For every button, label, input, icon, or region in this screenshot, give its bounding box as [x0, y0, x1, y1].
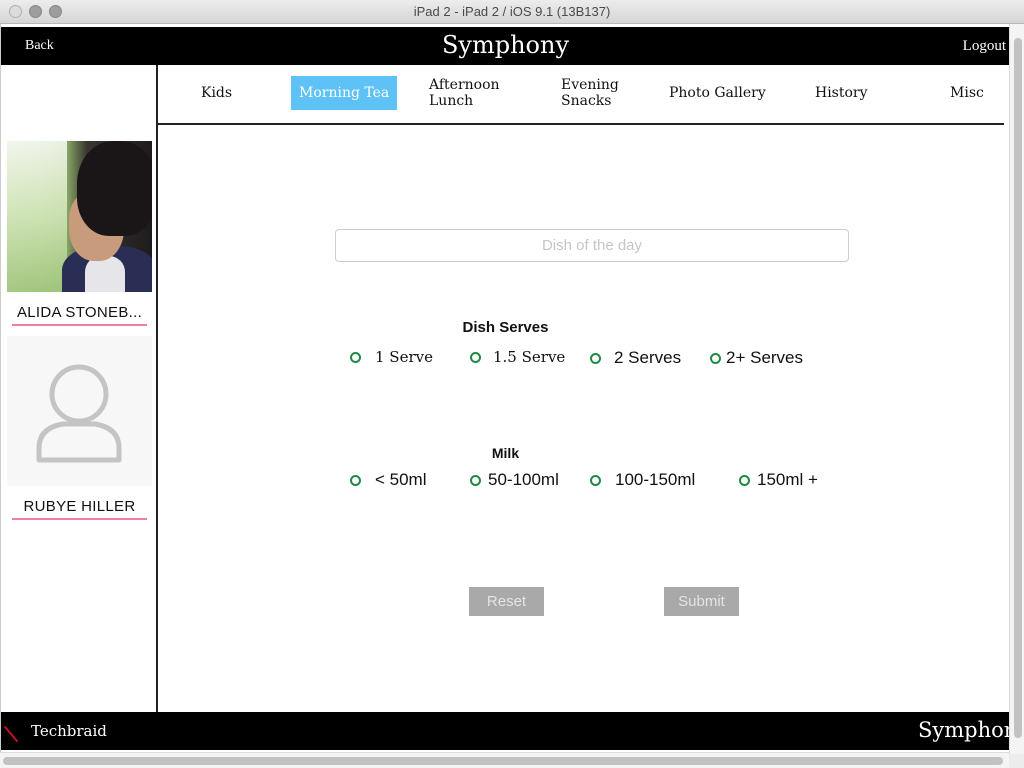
serves-option-label: 1 Serve	[375, 348, 433, 366]
horizontal-scroll-thumb[interactable]	[3, 757, 1003, 765]
window-titlebar: iPad 2 - iPad 2 / iOS 9.1 (13B137)	[0, 0, 1024, 24]
serves-option-2[interactable]: 2 Serves	[590, 348, 681, 368]
kid-avatar-placeholder[interactable]	[7, 336, 152, 486]
serves-option-2-plus[interactable]: 2+ Serves	[710, 348, 803, 368]
logout-button[interactable]: Logout	[963, 38, 1006, 55]
tab-photo-gallery[interactable]: Photo Gallery	[669, 85, 766, 101]
milk-option-label: < 50ml	[375, 470, 427, 489]
app-footer: Techbraid Symphony	[1, 712, 1010, 750]
kid-photo[interactable]	[7, 141, 152, 292]
radio-button[interactable]	[470, 474, 481, 486]
tab-afternoon-lunch[interactable]: Afternoon Lunch	[429, 77, 500, 109]
user-placeholder-icon	[36, 364, 122, 463]
app-header: Back Symphony Logout	[1, 27, 1010, 65]
meal-tabs: Kids Morning Tea Afternoon Lunch Evening…	[158, 65, 1004, 125]
radio-button[interactable]	[739, 474, 750, 486]
radio-button[interactable]	[470, 351, 481, 363]
device-screen: Back Symphony Logout Kids Morning Tea Af…	[0, 24, 1010, 754]
tab-evening-snacks[interactable]: Evening Snacks	[561, 77, 619, 109]
serves-option-1[interactable]: 1 Serve	[350, 348, 433, 366]
radio-button[interactable]	[350, 474, 361, 486]
milk-option-100-150[interactable]: 100-150ml	[590, 470, 695, 490]
photo-hair	[77, 141, 152, 236]
kid-name[interactable]: RUBYE HILLER	[12, 498, 147, 515]
tab-misc[interactable]: Misc	[950, 85, 984, 101]
kid-name-underline	[12, 518, 147, 520]
tab-history[interactable]: History	[815, 85, 868, 101]
tab-evening-snacks-line2: Snacks	[561, 93, 612, 109]
serves-option-1-5[interactable]: 1.5 Serve	[470, 348, 565, 366]
radio-button[interactable]	[590, 352, 601, 364]
vertical-scrollbar[interactable]	[1009, 24, 1024, 754]
radio-button[interactable]	[350, 351, 361, 363]
tab-evening-snacks-line1: Evening	[561, 77, 619, 93]
submit-button[interactable]: Submit	[664, 587, 739, 616]
reset-button[interactable]: Reset	[469, 587, 544, 616]
tab-kids[interactable]: Kids	[201, 85, 232, 101]
window-title: iPad 2 - iPad 2 / iOS 9.1 (13B137)	[413, 4, 611, 19]
milk-option-under-50[interactable]: < 50ml	[350, 470, 427, 490]
tab-afternoon-lunch-line2: Lunch	[429, 93, 474, 109]
kids-sidebar: ALIDA STONEB... RUBYE HILLER	[1, 65, 158, 713]
photo-shirt	[85, 256, 125, 292]
radio-button[interactable]	[710, 352, 721, 364]
tab-morning-tea[interactable]: Morning Tea	[291, 76, 398, 110]
app-title: Symphony	[441, 31, 570, 59]
footer-app-name: Symphony	[918, 718, 1010, 742]
milk-option-50-100[interactable]: 50-100ml	[470, 470, 559, 490]
serves-option-label: 2+ Serves	[726, 348, 804, 367]
dish-serves-title: Dish Serves	[462, 319, 549, 336]
vertical-scroll-thumb[interactable]	[1014, 38, 1022, 738]
tab-divider	[157, 123, 1004, 125]
tab-afternoon-lunch-line1: Afternoon	[429, 77, 500, 93]
serves-option-label: 1.5 Serve	[493, 348, 566, 366]
footer-brand: Techbraid	[31, 722, 107, 740]
techbraid-logo-icon	[3, 725, 19, 743]
serves-option-label: 2 Serves	[614, 348, 682, 367]
milk-option-150-plus[interactable]: 150ml +	[739, 470, 818, 490]
milk-option-label: 50-100ml	[488, 470, 559, 489]
photo-background	[7, 141, 67, 292]
radio-button[interactable]	[590, 474, 601, 486]
horizontal-scrollbar[interactable]	[0, 752, 1009, 768]
milk-option-label: 150ml +	[757, 470, 818, 489]
dish-of-the-day-input[interactable]	[335, 229, 849, 262]
milk-title: Milk	[491, 445, 520, 461]
milk-option-label: 100-150ml	[615, 470, 696, 489]
